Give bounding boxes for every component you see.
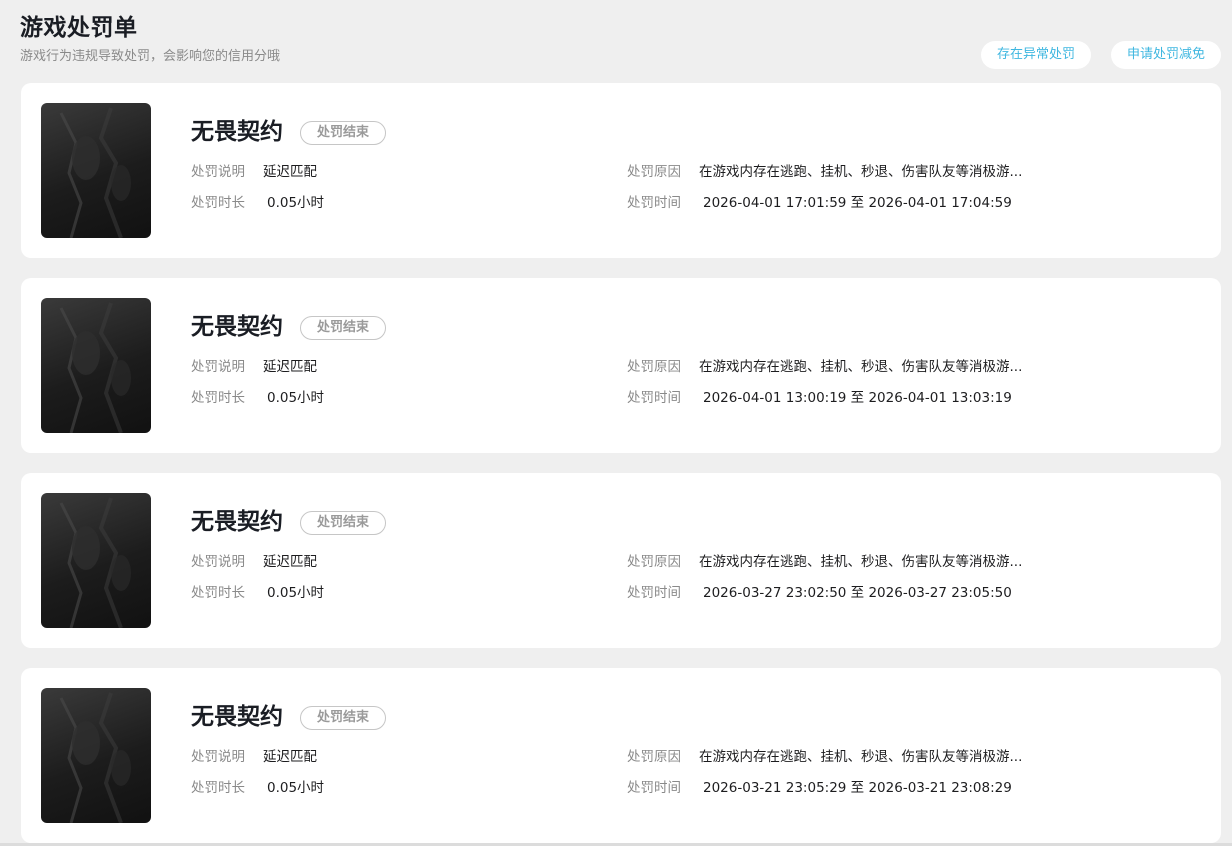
game-title: 无畏契约: [191, 119, 283, 145]
apply-reduction-button[interactable]: 申请处罚减免: [1111, 41, 1221, 69]
page-title: 游戏处罚单: [20, 15, 138, 41]
penalty-duration-label: 处罚时长: [191, 780, 245, 796]
game-cover-image: [41, 103, 151, 238]
penalty-desc-label: 处罚说明: [191, 554, 245, 570]
penalty-desc-value: 延迟匹配: [263, 359, 317, 375]
penalty-desc-value: 延迟匹配: [263, 164, 317, 180]
penalty-duration-value: 0.05小时: [267, 195, 325, 211]
penalty-time-value: 2026-03-27 23:02:50 至 2026-03-27 23:05:5…: [703, 585, 1012, 601]
penalty-duration-value: 0.05小时: [267, 780, 325, 796]
penalty-reason-value: 在游戏内存在逃跑、挂机、秒退、伤害队友等消极游...: [699, 164, 1023, 180]
penalty-desc-value: 延迟匹配: [263, 749, 317, 765]
game-cover-image: [41, 298, 151, 433]
penalty-reason-label: 处罚原因: [627, 749, 681, 765]
penalty-card[interactable]: 无畏契约 处罚结束 处罚说明 延迟匹配 处罚时长 0.05小时 处罚原因 在游戏…: [21, 278, 1221, 453]
penalty-desc-label: 处罚说明: [191, 749, 245, 765]
game-title: 无畏契约: [191, 704, 283, 730]
penalty-reason-label: 处罚原因: [627, 554, 681, 570]
penalty-reason-value: 在游戏内存在逃跑、挂机、秒退、伤害队友等消极游...: [699, 554, 1023, 570]
penalty-card[interactable]: 无畏契约 处罚结束 处罚说明 延迟匹配 处罚时长 0.05小时 处罚原因 在游戏…: [21, 668, 1221, 843]
penalty-time-value: 2026-04-01 13:00:19 至 2026-04-01 13:03:1…: [703, 390, 1012, 406]
penalty-time-value: 2026-03-21 23:05:29 至 2026-03-21 23:08:2…: [703, 780, 1012, 796]
abnormal-penalty-button[interactable]: 存在异常处罚: [981, 41, 1091, 69]
game-title: 无畏契约: [191, 314, 283, 340]
penalty-duration-value: 0.05小时: [267, 390, 325, 406]
penalty-time-label: 处罚时间: [627, 390, 681, 406]
status-badge: 处罚结束: [300, 121, 386, 145]
penalty-desc-label: 处罚说明: [191, 359, 245, 375]
penalty-duration-value: 0.05小时: [267, 585, 325, 601]
status-badge: 处罚结束: [300, 316, 386, 340]
game-title: 无畏契约: [191, 509, 283, 535]
penalty-duration-label: 处罚时长: [191, 585, 245, 601]
status-badge: 处罚结束: [300, 706, 386, 730]
penalty-reason-value: 在游戏内存在逃跑、挂机、秒退、伤害队友等消极游...: [699, 749, 1023, 765]
game-cover-image: [41, 688, 151, 823]
status-badge: 处罚结束: [300, 511, 386, 535]
penalty-time-label: 处罚时间: [627, 780, 681, 796]
penalty-duration-label: 处罚时长: [191, 195, 245, 211]
penalty-duration-label: 处罚时长: [191, 390, 245, 406]
penalty-desc-label: 处罚说明: [191, 164, 245, 180]
penalty-time-label: 处罚时间: [627, 585, 681, 601]
penalty-card[interactable]: 无畏契约 处罚结束 处罚说明 延迟匹配 处罚时长 0.05小时 处罚原因 在游戏…: [21, 473, 1221, 648]
penalty-reason-value: 在游戏内存在逃跑、挂机、秒退、伤害队友等消极游...: [699, 359, 1023, 375]
penalty-reason-label: 处罚原因: [627, 164, 681, 180]
game-cover-image: [41, 493, 151, 628]
penalty-time-label: 处罚时间: [627, 195, 681, 211]
penalty-time-value: 2026-04-01 17:01:59 至 2026-04-01 17:04:5…: [703, 195, 1012, 211]
penalty-card[interactable]: 无畏契约 处罚结束 处罚说明 延迟匹配 处罚时长 0.05小时 处罚原因 在游戏…: [21, 83, 1221, 258]
page-subtitle: 游戏行为违规导致处罚，会影响您的信用分哦: [20, 49, 281, 64]
penalty-desc-value: 延迟匹配: [263, 554, 317, 570]
penalty-reason-label: 处罚原因: [627, 359, 681, 375]
